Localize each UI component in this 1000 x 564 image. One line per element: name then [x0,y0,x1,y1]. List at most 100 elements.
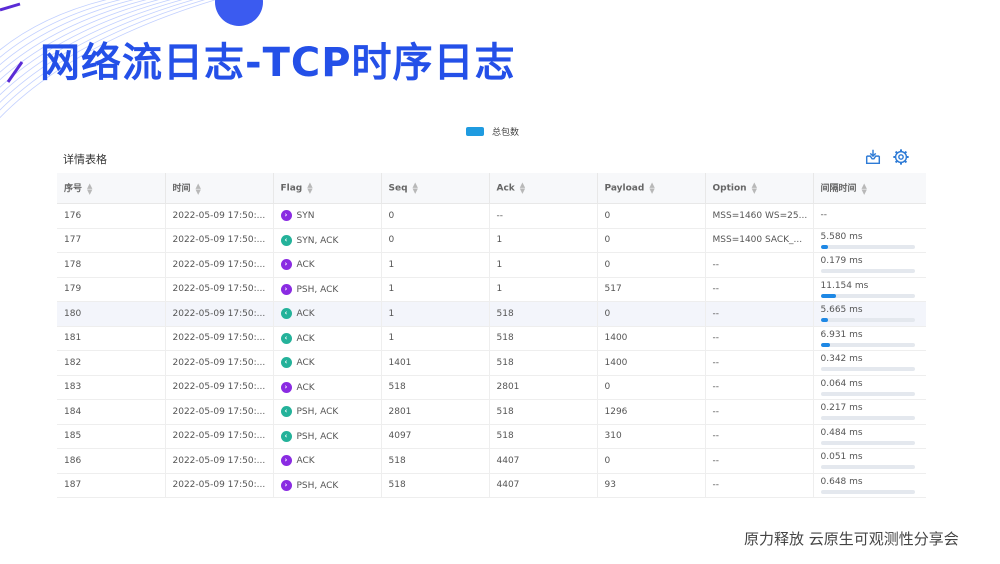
cell-option: -- [705,301,814,327]
flag-label: PSH, ACK [296,284,339,295]
cell-ack: 518 [489,350,598,376]
interval-value: -- [820,210,828,221]
table-row[interactable]: 179 2022-05-09 17:50:... › PSH, ACK 1 1 517 -- 1… [57,277,926,302]
sort-arrows-icon[interactable]: ▲ ▼ [649,182,654,195]
outbound-arrow-icon: › [280,381,292,393]
settings-gear-icon[interactable] [892,148,910,166]
cell-time: 2022-05-09 17:50:... [165,203,274,229]
column-header[interactable]: 序号 ▲ ▼ [57,173,166,204]
chart-legend[interactable]: 总包数 [466,125,519,138]
table-body: 176 2022-05-09 17:50:... › SYN 0 -- 0 MSS=1460 … [57,203,926,498]
tcp-log-panel: 总包数 详情表格 序号 ▲ ▼ 时间 ▲ ▼ Flag ▲ ▼ Seq ▲ ▼ Ack ▲ ▼ Pay [56,118,928,498]
cell-flag: ‹ ACK [273,326,382,351]
cell-time: 2022-05-09 17:50:... [165,399,274,425]
cell-seq-number: 184 [57,399,166,425]
cell-flag: ‹ SYN, ACK [273,228,382,253]
table-row[interactable]: 180 2022-05-09 17:50:... ‹ ACK 1 518 0 -- 5.665 … [57,301,926,327]
interval-progress-bar [820,416,915,421]
sort-arrows-icon[interactable]: ▲ ▼ [752,182,757,195]
download-icon[interactable] [864,148,882,166]
outbound-arrow-icon: › [280,283,292,295]
table-row[interactable]: 177 2022-05-09 17:50:... ‹ SYN, ACK 0 1 0 MSS=1… [57,228,926,253]
cell-payload: 0 [597,203,706,229]
outbound-arrow-icon: › [280,479,292,491]
cell-option: -- [705,252,814,278]
cell-ack: 518 [489,424,598,449]
interval-progress-bar [820,465,915,470]
inbound-arrow-icon: ‹ [280,308,292,320]
flag-label: PSH, ACK [296,480,339,491]
cell-option: -- [705,448,814,474]
flag-label: ACK [296,333,315,344]
cell-time: 2022-05-09 17:50:... [165,448,274,474]
table-row[interactable]: 183 2022-05-09 17:50:... › ACK 518 2801 0 -- 0.0… [57,375,926,400]
slide-title: 网络流日志-TCP时序日志 [40,40,516,86]
table-row[interactable]: 185 2022-05-09 17:50:... ‹ PSH, ACK 4097 518 3… [57,424,926,449]
cell-flag: ‹ PSH, ACK [273,399,382,425]
cell-payload: 517 [597,277,706,302]
cell-payload: 1296 [597,399,706,425]
cell-flag: ‹ PSH, ACK [273,424,382,449]
cell-time: 2022-05-09 17:50:... [165,252,274,278]
cell-interval: 0.064 ms [813,375,926,400]
column-header[interactable]: Payload ▲ ▼ [597,173,706,204]
cell-interval: 5.665 ms [813,301,926,327]
cell-ack: 518 [489,399,598,425]
interval-progress-bar [820,391,915,396]
table-row[interactable]: 178 2022-05-09 17:50:... › ACK 1 1 0 -- 0.179 ms [57,252,926,278]
cell-seq: 1 [381,301,490,327]
table-row[interactable]: 187 2022-05-09 17:50:... › PSH, ACK 518 4407 9… [57,473,926,498]
column-header[interactable]: 间隔时间 ▲ ▼ [813,173,926,204]
sort-arrows-icon[interactable]: ▲ ▼ [87,182,92,195]
interval-value: 6.931 ms [820,329,863,340]
table-row[interactable]: 182 2022-05-09 17:50:... ‹ ACK 1401 518 1400 --… [57,350,926,376]
cell-ack: -- [489,203,598,229]
sort-arrows-icon[interactable]: ▲ ▼ [862,182,867,195]
interval-progress-bar [820,318,915,323]
column-header[interactable]: Flag ▲ ▼ [273,173,382,204]
column-header-label: 序号 [64,184,83,195]
table-row[interactable]: 181 2022-05-09 17:50:... ‹ ACK 1 518 1400 -- 6.9… [57,326,926,351]
cell-payload: 0 [597,252,706,278]
interval-progress-bar [820,244,915,249]
inbound-arrow-icon: ‹ [280,430,292,442]
cell-option: MSS=1460 WS=25... [705,203,814,229]
cell-option: -- [705,424,814,449]
cell-seq: 518 [381,448,490,474]
column-header[interactable]: Option ▲ ▼ [705,173,814,204]
table-row[interactable]: 176 2022-05-09 17:50:... › SYN 0 -- 0 MSS=1460 … [57,203,926,229]
flag-label: SYN [296,211,315,222]
table-row[interactable]: 184 2022-05-09 17:50:... ‹ PSH, ACK 2801 518 1… [57,399,926,425]
sort-arrows-icon[interactable]: ▲ ▼ [196,182,201,195]
cell-ack: 2801 [489,375,598,400]
footer-caption: 原力释放 云原生可观测性分享会 [744,530,959,548]
sort-arrows-icon[interactable]: ▲ ▼ [307,182,312,195]
column-header[interactable]: 时间 ▲ ▼ [165,173,274,204]
cell-seq: 518 [381,473,490,498]
interval-value: 0.064 ms [820,378,863,389]
table-header-row: 序号 ▲ ▼ 时间 ▲ ▼ Flag ▲ ▼ Seq ▲ ▼ Ack ▲ ▼ Payload ▲ ▼ Option ▲… [57,173,926,204]
column-header[interactable]: Seq ▲ ▼ [381,173,490,204]
sort-arrows-icon[interactable]: ▲ ▼ [413,182,418,195]
cell-seq: 0 [381,228,490,253]
flag-label: PSH, ACK [296,407,339,418]
cell-seq-number: 181 [57,326,166,351]
cell-time: 2022-05-09 17:50:... [165,277,274,302]
legend-swatch [466,127,484,136]
detail-table: 序号 ▲ ▼ 时间 ▲ ▼ Flag ▲ ▼ Seq ▲ ▼ Ack ▲ ▼ Payload ▲ ▼ Option ▲… [57,173,926,498]
interval-value: 0.051 ms [820,452,863,463]
column-header[interactable]: Ack ▲ ▼ [489,173,598,204]
cell-time: 2022-05-09 17:50:... [165,473,274,498]
cell-ack: 1 [489,277,598,302]
column-header-label: 间隔时间 [820,184,857,195]
table-row[interactable]: 186 2022-05-09 17:50:... › ACK 518 4407 0 -- 0.0… [57,448,926,474]
interval-progress-bar [820,367,915,372]
cell-seq-number: 179 [57,277,166,302]
flag-label: ACK [296,382,315,393]
cell-interval: 0.051 ms [813,448,926,474]
cell-flag: › PSH, ACK [273,473,382,498]
flag-label: ACK [296,456,315,467]
cell-flag: ‹ ACK [273,350,382,376]
cell-option: -- [705,277,814,302]
sort-arrows-icon[interactable]: ▲ ▼ [520,182,525,195]
